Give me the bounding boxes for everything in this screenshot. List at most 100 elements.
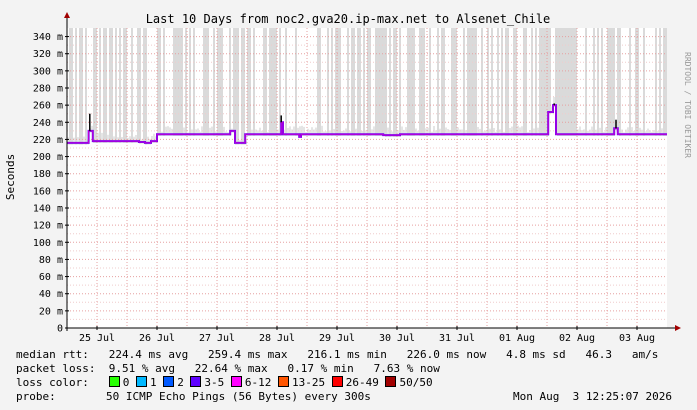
legend-label: 0 [122, 376, 130, 389]
legend-label: 26-49 [345, 376, 379, 389]
y-tick-label: 260 m [33, 101, 63, 112]
smoke-band [523, 28, 525, 136]
smoke-band [555, 28, 557, 107]
y-tick-label: 120 m [33, 221, 63, 232]
smoke-band [399, 28, 401, 137]
smoke-band [501, 28, 503, 136]
smoke-band [467, 28, 469, 136]
latency-chart: Last 10 Days from noc2.gva20.ip-max.net … [4, 12, 692, 344]
smoke-band [539, 28, 541, 136]
y-tick-label: 20 m [39, 306, 63, 317]
smoke-band [221, 28, 223, 136]
smoke-band [463, 28, 465, 136]
legend-item: 50/50 [385, 376, 433, 389]
smoke-band [491, 28, 493, 136]
smoke-band [331, 28, 333, 136]
smoke-band [317, 28, 319, 136]
smoke-band [181, 28, 183, 136]
y-tick-labels: 0 20 m 40 m 60 m 80 m 100 m 120 m 140 m 160 m 180… [33, 32, 69, 335]
legend-label: 6-12 [244, 376, 272, 389]
legend-swatch [278, 376, 290, 387]
smoke-band [643, 28, 645, 136]
smoke-band [377, 28, 379, 136]
smoke-band [193, 28, 195, 136]
smoke-band [119, 28, 121, 143]
smoke-band [597, 28, 599, 136]
smoke-band [383, 28, 385, 136]
y-tick-label: 280 m [33, 84, 63, 95]
smoke-band [655, 28, 657, 136]
smoke-band [207, 28, 209, 136]
legend-item: 1 [135, 376, 157, 389]
smoke-band [327, 28, 329, 136]
y-tick-label: 340 m [33, 32, 63, 43]
x-tick-labels: 25 Jul 26 Jul 27 Jul 28 Jul 29 Jul 30 Jul 31 J… [79, 326, 655, 344]
smoke-band [351, 28, 353, 136]
smoke-band [295, 28, 297, 136]
legend-item: 13-25 [278, 376, 325, 389]
smoke-band [189, 28, 191, 136]
y-tick-label: 140 m [33, 204, 63, 215]
smoke-band [421, 28, 423, 136]
smoke-band [173, 28, 175, 136]
smoke-band [429, 28, 431, 136]
legend-label: 2 [177, 376, 184, 389]
x-tick-label: 30 Jul [379, 333, 415, 344]
smoke-band [375, 28, 377, 136]
smoke-band [159, 28, 161, 136]
smoke-band [359, 28, 361, 136]
legend-swatch [135, 376, 147, 387]
y-tick-label: 160 m [33, 186, 63, 197]
smoke-band [437, 28, 439, 136]
smoke-band [143, 28, 145, 144]
smoke-band [663, 28, 665, 136]
y-tick-label: 180 m [33, 169, 63, 180]
smoke-band [393, 28, 395, 137]
loss-color-label: loss color: [16, 376, 89, 389]
smoke-band [475, 28, 477, 136]
legend-label: 3-5 [204, 376, 225, 389]
x-tick-label: 03 Aug [619, 333, 655, 344]
smoke-band [451, 28, 453, 136]
smoke-band [525, 28, 527, 136]
smoke-band [629, 28, 631, 136]
legend-swatch [230, 376, 242, 387]
smoke-band [353, 28, 355, 136]
legend-items: 0 1 2 3-5 6-12 13-25 26-49 50/50 [89, 376, 433, 389]
chart-title: Last 10 Days from noc2.gva20.ip-max.net … [146, 12, 551, 26]
packet-loss-stats: packet loss: 9.51 % avg 22.64 % max 0.17… [16, 362, 440, 375]
median-rtt-stats: median rtt: 224.4 ms avg 259.4 ms max 21… [16, 348, 659, 361]
legend-label: 1 [149, 376, 157, 389]
smoke-band [659, 28, 661, 136]
smoke-band [233, 28, 235, 133]
smoke-band [379, 28, 381, 136]
legend-item: 3-5 [190, 376, 224, 389]
y-axis-arrow [64, 12, 70, 18]
smoke-band [505, 28, 507, 136]
smoke-band [541, 28, 543, 136]
smoke-band [213, 28, 215, 136]
smoke-band [617, 28, 619, 130]
smoke-band [665, 28, 667, 136]
smoke-band [611, 28, 613, 136]
smoke-band [531, 28, 533, 136]
smoke-band [557, 28, 559, 136]
legend-item: 0 [108, 376, 130, 389]
legend-item: 2 [163, 376, 184, 389]
legend-swatch [190, 376, 202, 387]
smoke-band [585, 28, 587, 136]
smoke-band [571, 28, 573, 136]
smoke-band [273, 28, 275, 136]
smoke-band [347, 28, 349, 136]
y-tick-label: 0 [57, 324, 63, 335]
smoke-band [177, 28, 179, 136]
smoke-band [203, 28, 205, 136]
smoke-band [513, 28, 515, 136]
smoke-band [497, 28, 499, 136]
y-tick-label: 100 m [33, 238, 63, 249]
x-tick-label: 28 Jul [259, 333, 295, 344]
legend-swatch [108, 376, 120, 387]
smoke-band [357, 28, 359, 136]
y-tick-label: 40 m [39, 289, 63, 300]
smoke-band [453, 28, 455, 136]
